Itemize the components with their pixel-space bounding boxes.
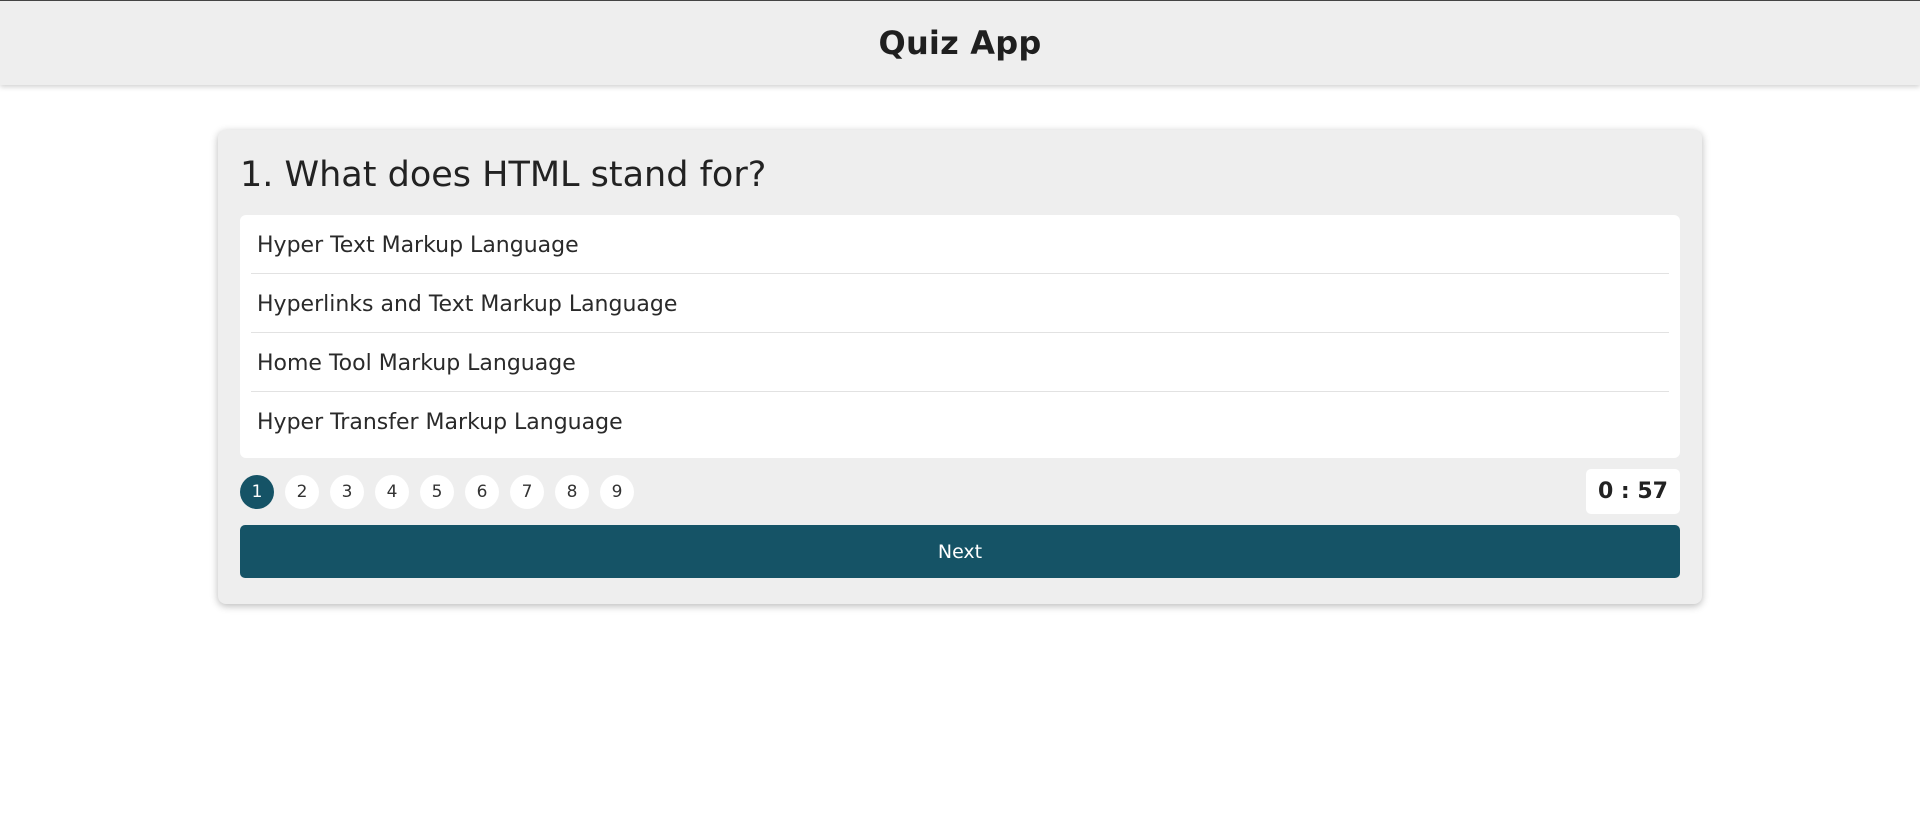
question-page-3[interactable]: 3 (330, 474, 364, 509)
question-page-6[interactable]: 6 (465, 474, 499, 509)
next-button[interactable]: Next (240, 525, 1680, 578)
question-page-5[interactable]: 5 (420, 474, 454, 509)
answer-list: Hyper Text Markup Language Hyperlinks an… (240, 215, 1680, 458)
app-title: Quiz App (878, 24, 1042, 62)
question-page-8[interactable]: 8 (555, 474, 589, 509)
answer-option[interactable]: Hyper Transfer Markup Language (251, 392, 1669, 453)
question-page-2[interactable]: 2 (285, 474, 319, 509)
question-text: 1. What does HTML stand for? (240, 155, 767, 195)
question-page-9[interactable]: 9 (600, 474, 634, 509)
answer-option[interactable]: Hyper Text Markup Language (251, 215, 1669, 274)
question-page-4[interactable]: 4 (375, 474, 409, 509)
quiz-card: 1. What does HTML stand for? Hyper Text … (218, 130, 1702, 604)
question-page-7[interactable]: 7 (510, 474, 544, 509)
answer-option[interactable]: Home Tool Markup Language (251, 333, 1669, 392)
question-page-1[interactable]: 1 (240, 474, 274, 509)
countdown-timer: 0 : 57 (1585, 469, 1680, 514)
question-pager: 1 2 3 4 5 6 7 8 9 (240, 474, 634, 509)
quiz-navigation: 1 2 3 4 5 6 7 8 9 0 : 57 (240, 469, 1680, 514)
app-header: Quiz App (0, 0, 1920, 85)
answer-option[interactable]: Hyperlinks and Text Markup Language (251, 274, 1669, 333)
